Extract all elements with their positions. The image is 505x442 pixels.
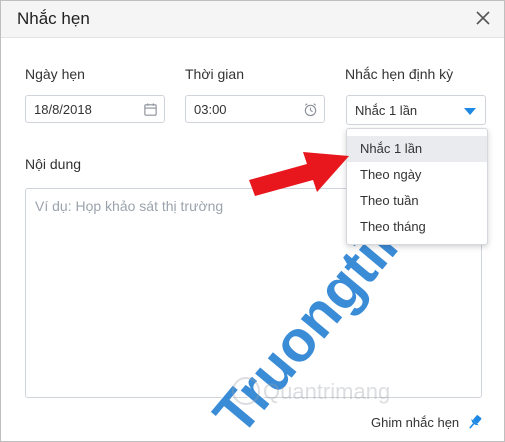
- date-label: Ngày hẹn: [25, 66, 85, 82]
- date-field[interactable]: [25, 95, 165, 123]
- clock-icon[interactable]: [303, 102, 318, 117]
- reminder-dialog: Nhắc hẹn Ngày hẹn Thời gian Nhắc hẹn địn…: [0, 0, 505, 442]
- pin-label: Ghim nhắc hẹn: [371, 415, 460, 430]
- dialog-title: Nhắc hẹn: [17, 9, 90, 28]
- annotation-arrow-icon: [249, 152, 349, 196]
- pin-icon[interactable]: [466, 413, 484, 431]
- dialog-header: Nhắc hẹn: [1, 1, 504, 38]
- calendar-icon[interactable]: [143, 102, 158, 117]
- content-label: Nội dung: [25, 156, 82, 172]
- close-icon[interactable]: [471, 6, 495, 30]
- repeat-selected-value: Nhắc 1 lần: [355, 103, 418, 118]
- repeat-option-weekly[interactable]: Theo tuần: [347, 188, 487, 214]
- time-field[interactable]: [185, 95, 325, 123]
- caret-down-icon[interactable]: [464, 108, 476, 115]
- repeat-label: Nhắc hẹn định kỳ: [345, 66, 454, 82]
- repeat-select[interactable]: Nhắc 1 lần: [346, 95, 486, 125]
- repeat-option-daily[interactable]: Theo ngày: [347, 162, 487, 188]
- repeat-option-monthly[interactable]: Theo tháng: [347, 214, 487, 240]
- time-label: Thời gian: [185, 66, 244, 82]
- repeat-dropdown-menu: Nhắc 1 lần Theo ngày Theo tuần Theo thán…: [346, 128, 488, 245]
- repeat-option-once[interactable]: Nhắc 1 lần: [347, 136, 487, 162]
